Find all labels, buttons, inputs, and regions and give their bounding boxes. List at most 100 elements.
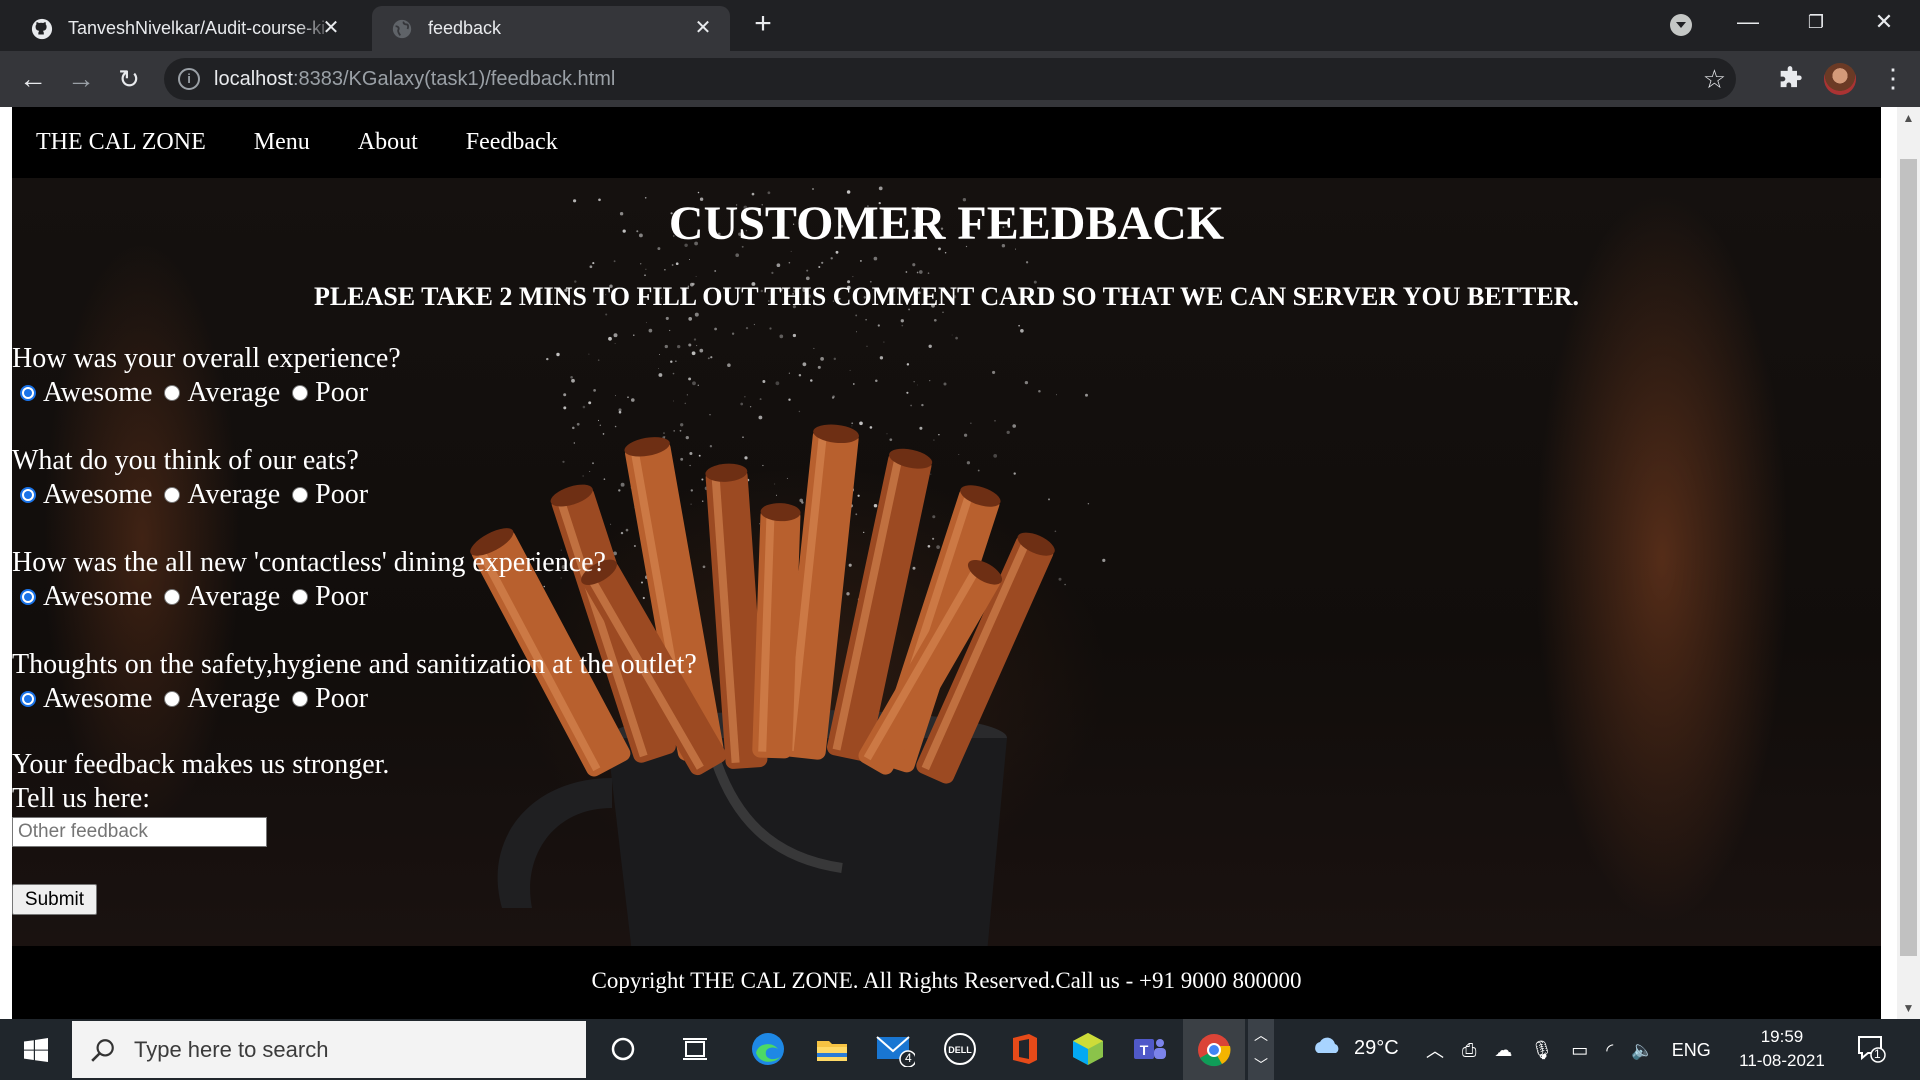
option-awesome[interactable]: Awesome: [12, 376, 152, 410]
browser-toolbar: ← → ↻ i localhost:8383/KGalaxy(task1)/fe…: [0, 51, 1920, 107]
extensions-puzzle-icon[interactable]: [1776, 65, 1804, 93]
profile-avatar[interactable]: [1824, 63, 1856, 95]
show-hidden-icons-chevron-icon[interactable]: ︿: [1426, 1037, 1444, 1063]
clock[interactable]: 19:59 11-08-2021: [1736, 1025, 1828, 1073]
dell-icon[interactable]: DELL: [938, 1027, 982, 1071]
radio-button[interactable]: [292, 691, 309, 707]
address-bar[interactable]: i localhost:8383/KGalaxy(task1)/feedback…: [164, 58, 1736, 100]
question-text: How was your overall experience?: [12, 343, 401, 374]
notification-count: 1: [1874, 1047, 1881, 1061]
option-poor[interactable]: Poor: [284, 376, 368, 410]
back-arrow-icon[interactable]: ←: [16, 63, 50, 97]
tab-search-icon[interactable]: [1670, 14, 1692, 36]
scroll-down-arrow-icon[interactable]: ▼: [1897, 997, 1920, 1019]
3d-viewer-icon[interactable]: [1066, 1027, 1110, 1071]
radio-button[interactable]: [20, 589, 36, 605]
radio-button[interactable]: [164, 487, 181, 503]
browser-tab-strip: TanveshNivelkar/Audit-course-ki ✕ feedba…: [0, 0, 1920, 51]
svg-text:T: T: [1140, 1042, 1149, 1058]
other-feedback-input[interactable]: Other feedback: [12, 817, 267, 847]
bookmark-star-icon[interactable]: ☆: [1703, 64, 1726, 95]
site-info-icon[interactable]: i: [178, 68, 200, 90]
page-subtitle: PLEASE TAKE 2 MINS TO FILL OUT THIS COMM…: [314, 282, 1579, 311]
menu-kebab-icon[interactable]: ⋮: [1880, 61, 1906, 95]
reload-icon[interactable]: ↻: [112, 63, 146, 97]
taskbar-scroll[interactable]: ︿ ﹀: [1248, 1019, 1274, 1080]
radio-button[interactable]: [164, 691, 181, 707]
taskbar-search-box[interactable]: Type here to search: [72, 1021, 586, 1078]
nav-link-about[interactable]: About: [358, 129, 418, 156]
radio-group: Awesome Average Poor: [12, 376, 401, 410]
question-overall-experience: How was your overall experience? Awesome…: [12, 342, 401, 410]
radio-button[interactable]: [20, 385, 36, 401]
microphone-icon[interactable]: 🎙: [1530, 1040, 1553, 1061]
cortana-icon[interactable]: [601, 1027, 645, 1071]
chrome-taskbar-icon[interactable]: [1183, 1019, 1245, 1080]
minimize-icon[interactable]: —: [1728, 6, 1768, 38]
close-tab-icon[interactable]: ✕: [692, 17, 714, 39]
wifi-icon[interactable]: ◜: [1606, 1040, 1613, 1061]
volume-icon[interactable]: 🔈: [1631, 1040, 1653, 1061]
radio-button[interactable]: [164, 385, 181, 401]
battery-icon[interactable]: ▭: [1571, 1040, 1588, 1061]
mail-icon[interactable]: 4: [873, 1027, 917, 1071]
weather-widget[interactable]: 29°C: [1310, 1033, 1399, 1063]
close-tab-icon[interactable]: ✕: [320, 17, 342, 39]
restore-icon[interactable]: ❐: [1796, 6, 1836, 38]
tab-github[interactable]: TanveshNivelkar/Audit-course-ki ✕: [18, 6, 358, 51]
meet-now-icon[interactable]: ⎙: [1462, 1040, 1476, 1061]
notification-center-icon[interactable]: 1: [1856, 1033, 1886, 1063]
address-url: localhost:8383/KGalaxy(task1)/feedback.h…: [214, 67, 616, 90]
option-awesome[interactable]: Awesome: [12, 478, 152, 512]
radio-button[interactable]: [164, 589, 181, 605]
office-icon[interactable]: [1002, 1027, 1046, 1071]
radio-button[interactable]: [292, 385, 309, 401]
new-tab-button[interactable]: +: [748, 9, 778, 40]
teams-icon[interactable]: T: [1128, 1027, 1172, 1071]
windows-start-icon[interactable]: [0, 1019, 72, 1080]
option-poor[interactable]: Poor: [284, 580, 368, 614]
task-view-icon[interactable]: [673, 1027, 717, 1071]
clock-date: 11-08-2021: [1739, 1051, 1825, 1070]
tab-feedback[interactable]: feedback ✕: [372, 6, 730, 51]
file-explorer-icon[interactable]: [810, 1027, 854, 1071]
language-indicator[interactable]: ENG: [1672, 1040, 1711, 1061]
temperature: 29°C: [1354, 1036, 1399, 1059]
option-average[interactable]: Average: [156, 682, 280, 716]
svg-text:DELL: DELL: [948, 1045, 972, 1055]
forward-arrow-icon[interactable]: →: [64, 63, 98, 97]
radio-group: Awesome Average Poor: [12, 682, 697, 716]
radio-button[interactable]: [292, 487, 309, 503]
feedback-prompt: Your feedback makes us stronger. Tell us…: [12, 748, 389, 816]
scroll-up-arrow-icon[interactable]: ▲: [1897, 107, 1920, 129]
option-average[interactable]: Average: [156, 376, 280, 410]
globe-icon: [390, 17, 414, 41]
question-text: Thoughts on the safety,hygiene and sanit…: [12, 649, 697, 680]
radio-button[interactable]: [20, 487, 36, 503]
radio-button[interactable]: [292, 589, 309, 605]
nav-link-menu[interactable]: Menu: [254, 129, 310, 156]
nav-link-feedback[interactable]: Feedback: [466, 129, 558, 156]
search-icon: [90, 1037, 116, 1063]
mail-badge: 4: [905, 1051, 912, 1065]
option-average[interactable]: Average: [156, 478, 280, 512]
page-scrollbar[interactable]: ▲ ▼: [1897, 107, 1920, 1019]
onedrive-icon[interactable]: ☁: [1494, 1040, 1512, 1061]
clock-time: 19:59: [1760, 1027, 1804, 1046]
question-contactless-dining: How was the all new 'contactless' dining…: [12, 546, 606, 614]
edge-browser-icon[interactable]: [746, 1027, 790, 1071]
brand-link[interactable]: THE CAL ZONE: [36, 129, 206, 156]
radio-group: Awesome Average Poor: [12, 478, 372, 512]
option-awesome[interactable]: Awesome: [12, 682, 152, 716]
tab-title: TanveshNivelkar/Audit-course-ki: [68, 18, 326, 38]
option-awesome[interactable]: Awesome: [12, 580, 152, 614]
submit-button[interactable]: Submit: [12, 884, 97, 915]
tab-title: feedback: [428, 18, 502, 38]
close-window-icon[interactable]: ✕: [1864, 6, 1904, 38]
option-average[interactable]: Average: [156, 580, 280, 614]
option-poor[interactable]: Poor: [284, 478, 368, 512]
scroll-thumb[interactable]: [1900, 159, 1917, 956]
radio-button[interactable]: [20, 691, 36, 707]
windows-taskbar: Type here to search 4 DELL T ︿ ﹀ 29°C ︿ ⎙: [0, 1019, 1920, 1080]
option-poor[interactable]: Poor: [284, 682, 368, 716]
